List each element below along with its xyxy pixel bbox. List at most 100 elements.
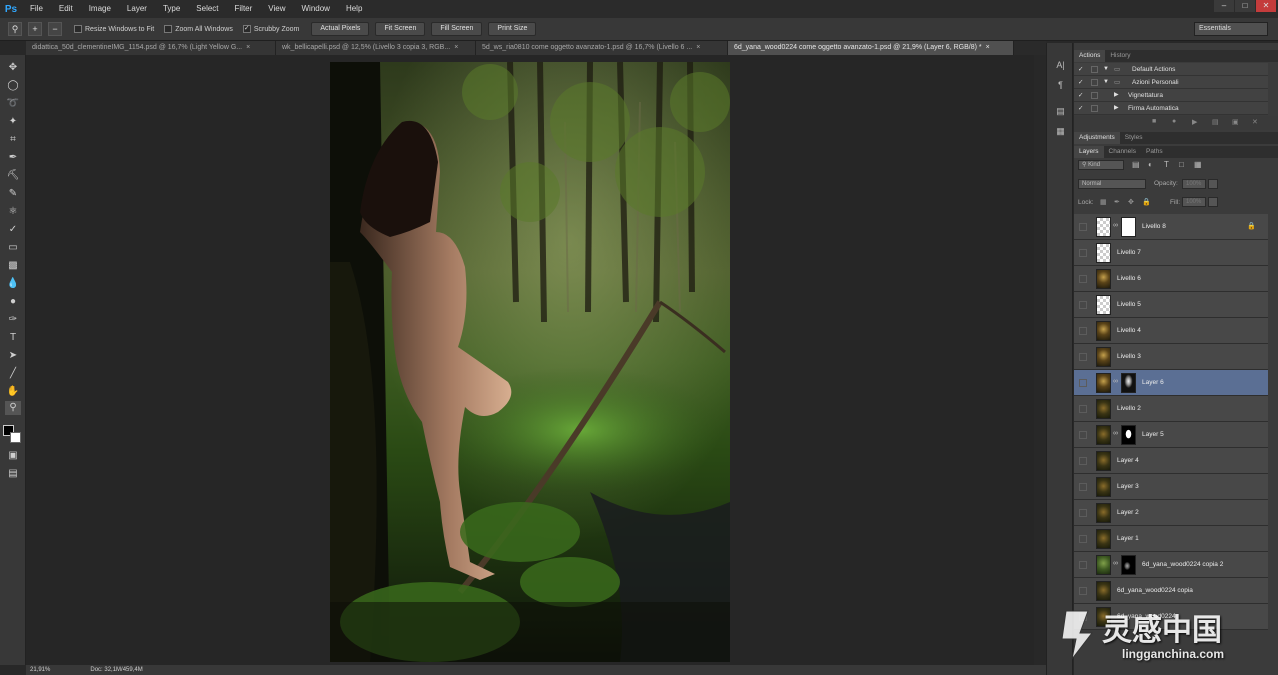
document-tab[interactable]: 6d_yana_wood0224 come oggetto avanzato-1… (728, 41, 1014, 55)
tab-actions[interactable]: Actions (1074, 50, 1106, 62)
lock-transparency-icon[interactable]: ▦ (1100, 198, 1107, 206)
action-item[interactable]: ✓ ▼ ▭ Default Actions (1074, 63, 1268, 76)
visibility-toggle[interactable] (1079, 587, 1087, 595)
dialog-toggle[interactable] (1091, 105, 1098, 112)
layer-row[interactable]: Layer 3 (1074, 474, 1268, 500)
visibility-toggle[interactable] (1079, 379, 1087, 387)
tab-paths[interactable]: Paths (1141, 146, 1168, 158)
layer-row[interactable]: 6d_yana_wood0224 copia (1074, 578, 1268, 604)
opacity-dropdown[interactable] (1208, 179, 1218, 189)
visibility-toggle[interactable] (1079, 561, 1087, 569)
layer-row[interactable]: Livello 4 (1074, 318, 1268, 344)
menu-filter[interactable]: Filter (227, 0, 261, 18)
layer-row[interactable]: ∞ 6d_yana_wood0224 copia 2 (1074, 552, 1268, 578)
layer-thumbnail[interactable] (1096, 477, 1111, 497)
option-check-2[interactable]: ✓ Scrubby Zoom (242, 25, 299, 33)
magic-wand-icon[interactable]: ✦ (5, 115, 21, 129)
layer-thumbnail[interactable] (1096, 295, 1111, 315)
fill-dropdown[interactable] (1208, 197, 1218, 207)
gradient-tool-icon[interactable]: ▩ (5, 259, 21, 273)
document-tab[interactable]: didattica_50d_clementineIMG_1154.psd @ 1… (26, 41, 276, 55)
action-enabled-check[interactable]: ✓ (1078, 89, 1083, 102)
layer-thumbnail[interactable] (1096, 503, 1111, 523)
layer-thumbnail[interactable] (1096, 269, 1111, 289)
print-size-button[interactable]: Print Size (488, 22, 537, 36)
document-image[interactable] (330, 62, 730, 662)
history-brush-icon[interactable]: ✓ (5, 223, 21, 237)
link-icon[interactable]: ∞ (1113, 430, 1118, 437)
layer-thumbnail[interactable] (1096, 217, 1111, 237)
dialog-toggle[interactable] (1091, 79, 1098, 86)
layer-thumbnail[interactable] (1096, 581, 1111, 601)
collapse-arrow-icon[interactable]: ▼ (1103, 63, 1109, 76)
link-icon[interactable]: ∞ (1113, 222, 1118, 229)
eyedropper-icon[interactable]: ✒ (5, 151, 21, 165)
layer-row[interactable]: Layer 1 (1074, 526, 1268, 552)
quick-mask-icon[interactable]: ▣ (5, 449, 21, 463)
zoom-out-icon[interactable]: − (48, 22, 62, 36)
line-tool-icon[interactable]: ╱ (5, 367, 21, 381)
filter-adjust-icon[interactable]: ◐ (1148, 160, 1153, 169)
tab-adjustments[interactable]: Adjustments (1074, 132, 1120, 144)
layer-thumbnail[interactable] (1096, 529, 1111, 549)
actual-pixels-button[interactable]: Actual Pixels (311, 22, 370, 36)
layer-thumbnail[interactable] (1096, 243, 1111, 263)
action-enabled-check[interactable]: ✓ (1078, 76, 1083, 89)
tab-close-icon[interactable]: × (246, 44, 250, 51)
layer-thumbnail[interactable] (1096, 373, 1111, 393)
expand-arrow-icon[interactable]: ▶ (1114, 89, 1119, 102)
crop-tool-icon[interactable]: ⌗ (5, 133, 21, 147)
tab-styles[interactable]: Styles (1120, 132, 1148, 144)
marquee-tool-icon[interactable]: ◯ (5, 79, 21, 93)
layer-row[interactable]: Livello 2 (1074, 396, 1268, 422)
document-tab[interactable]: 5d_ws_ria0810 come oggetto avanzato-1.ps… (476, 41, 728, 55)
layer-thumbnail[interactable] (1096, 347, 1111, 367)
dialog-toggle[interactable] (1091, 66, 1098, 73)
filter-shape-icon[interactable]: □ (1179, 160, 1184, 169)
action-enabled-check[interactable]: ✓ (1078, 63, 1083, 76)
lock-pixels-icon[interactable]: ✒ (1114, 198, 1120, 206)
menu-image[interactable]: Image (81, 0, 119, 18)
layer-row[interactable]: Livello 3 (1074, 344, 1268, 370)
option-check-0[interactable]: Resize Windows to Fit (74, 25, 154, 33)
visibility-toggle[interactable] (1079, 431, 1087, 439)
record-icon[interactable]: ● (1172, 118, 1176, 125)
menu-help[interactable]: Help (338, 0, 370, 18)
tab-layers[interactable]: Layers (1074, 146, 1104, 158)
visibility-toggle[interactable] (1079, 327, 1087, 335)
checkbox[interactable] (164, 25, 173, 33)
eraser-icon[interactable]: ▭ (5, 241, 21, 255)
visibility-toggle[interactable] (1079, 353, 1087, 361)
blur-tool-icon[interactable]: 💧 (5, 277, 21, 291)
tab-close-icon[interactable]: × (986, 44, 990, 51)
lock-all-icon[interactable]: 🔒 (1142, 198, 1151, 206)
new-set-icon[interactable]: ▤ (1212, 118, 1219, 126)
fill-field[interactable]: 100% (1182, 197, 1206, 207)
dialog-toggle[interactable] (1091, 92, 1098, 99)
visibility-toggle[interactable] (1079, 249, 1087, 257)
layer-mask-thumbnail[interactable] (1121, 555, 1136, 575)
layer-filter-select[interactable]: ⚲ Kind (1078, 160, 1124, 170)
layer-row[interactable]: Livello 5 (1074, 292, 1268, 318)
filter-pixel-icon[interactable]: ▤ (1132, 160, 1140, 169)
zoom-icon[interactable]: ⚲ (8, 22, 22, 36)
zoom-level[interactable]: 21,91% (30, 667, 50, 673)
layer-thumbnail[interactable] (1096, 399, 1111, 419)
option-check-1[interactable]: Zoom All Windows (164, 25, 233, 33)
doc-size[interactable]: Doc: 32,1M/459,4M (90, 667, 142, 673)
tab-channels[interactable]: Channels (1104, 146, 1141, 158)
maximize-button[interactable]: □ (1235, 0, 1255, 12)
document-tab[interactable]: wk_bellicapelli.psd @ 12,5% (Livello 3 c… (276, 41, 476, 55)
layer-row[interactable]: ∞ Layer 5 (1074, 422, 1268, 448)
layer-mask-thumbnail[interactable] (1121, 217, 1136, 237)
fit-screen-button[interactable]: Fit Screen (375, 22, 426, 36)
play-icon[interactable]: ▶ (1192, 118, 1197, 126)
delete-action-icon[interactable]: ✕ (1252, 118, 1258, 126)
layer-thumbnail[interactable] (1096, 425, 1111, 445)
layer-mask-thumbnail[interactable] (1121, 425, 1136, 445)
layer-row[interactable]: Livello 6 (1074, 266, 1268, 292)
lock-position-icon[interactable]: ✥ (1128, 198, 1134, 206)
layer-mask-thumbnail[interactable] (1121, 373, 1136, 393)
move-tool-icon[interactable]: ✥ (5, 61, 21, 75)
visibility-toggle[interactable] (1079, 405, 1087, 413)
